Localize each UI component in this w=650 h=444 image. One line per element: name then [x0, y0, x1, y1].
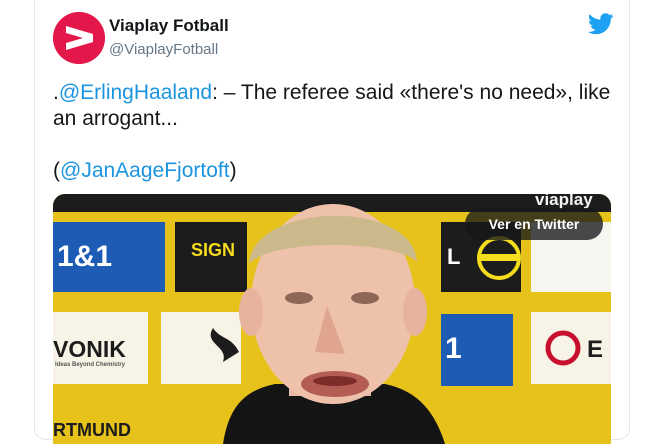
tweet-text: .@ErlingHaaland: – The referee said «the…	[53, 80, 613, 184]
close-paren: )	[229, 159, 237, 182]
open-paren: (	[53, 159, 60, 182]
board-sponsor-1: 1&1	[57, 240, 113, 273]
view-on-twitter-button[interactable]: Ver en Twitter	[465, 208, 603, 240]
account-handle[interactable]: @ViaplayFotball	[109, 41, 218, 58]
tweet-paragraph-1: .@ErlingHaaland: – The referee said «the…	[53, 80, 613, 132]
board-sponsor-3: L	[447, 244, 461, 269]
board-bottom: RTMUND	[53, 420, 131, 440]
board-sponsor-2: SIGN	[191, 240, 236, 260]
avatar[interactable]	[53, 12, 105, 64]
viaplay-logo-icon	[53, 12, 105, 64]
twitter-bird-icon[interactable]	[588, 13, 614, 35]
board-sponsor-5: 1	[445, 332, 462, 365]
mention-link-erling[interactable]: @ErlingHaaland	[59, 81, 212, 104]
board-sponsor-4-sub: Ideas Beyond Chemistry	[55, 362, 126, 368]
mention-link-jan-aage[interactable]: @JanAageFjortoft	[60, 159, 230, 182]
display-name[interactable]: Viaplay Fotball	[109, 16, 229, 36]
board-sponsor-6: E	[587, 336, 604, 363]
board-sponsor-4: VONIK	[53, 336, 126, 362]
tweet-card[interactable]: Viaplay Fotball @ViaplayFotball .@Erling…	[34, 0, 630, 444]
tweet-paragraph-2: (@JanAageFjortoft)	[53, 158, 613, 184]
